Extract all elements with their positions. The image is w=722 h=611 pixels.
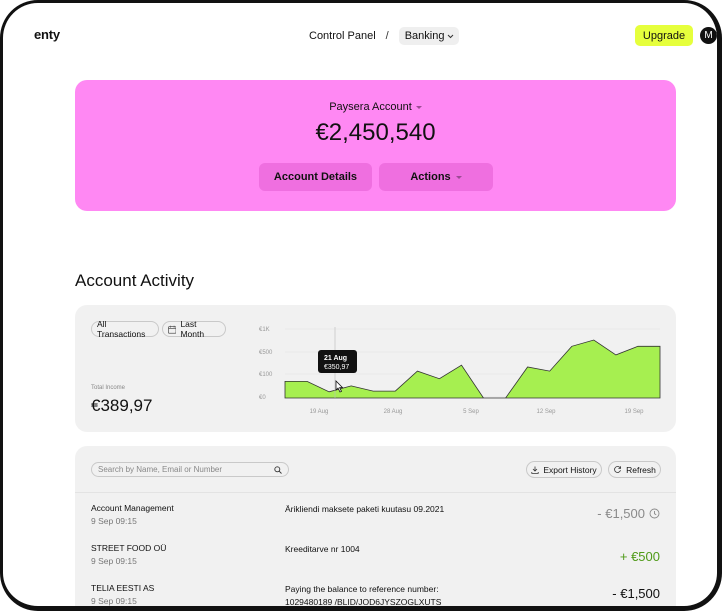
tx-name: TELIA EESTI AS [91,583,155,593]
export-history-label: Export History [543,464,597,475]
refresh-button[interactable]: Refresh [608,461,661,478]
income-area-chart[interactable]: €1K€500€100€0 19 Aug 28 Aug 5 Sep 12 Sep 19 … [75,305,676,432]
actions-label: Actions [410,171,451,183]
y-tick-label: €500 [259,350,273,356]
tx-amount: - €1,500 [612,586,660,601]
actions-button[interactable]: Actions [379,163,493,191]
tx-description-line: Ärikliendi maksete paketi kuutasu 09.202… [285,504,445,514]
export-history-button[interactable]: Export History [526,461,602,478]
tx-time: 9 Sep 09:15 [91,596,137,606]
y-tick-label: €1K [259,327,270,333]
breadcrumb-current-label: Banking [404,30,445,42]
tx-description: Kreeditarve nr 1004 [285,543,360,556]
search-icon[interactable] [274,465,282,474]
tx-amount: - €1,500 [597,506,660,521]
account-balance: €2,450,540 [315,119,436,146]
app-window: enty Control Panel / Banking Upgrade M P… [0,0,722,611]
divider [75,492,676,493]
x-tick-label: 19 Sep [624,409,644,415]
account-details-button[interactable]: Account Details [259,163,372,191]
account-select[interactable]: Paysera Account [75,101,676,113]
search-input[interactable] [98,465,268,474]
x-tick-label: 12 Sep [536,409,556,415]
refresh-icon [614,466,622,473]
clock-icon [649,508,660,519]
tooltip-date: 21 Aug [324,355,347,362]
x-tick-label: 19 Aug [310,409,329,415]
caret-down-icon [455,175,462,179]
download-icon [531,466,539,474]
upgrade-button[interactable]: Upgrade [635,25,693,46]
app-logo[interactable]: enty [34,27,60,42]
activity-chart-card: All Transactions Last Month Total Income… [75,305,676,432]
tx-description-line: Kreeditarve nr 1004 [285,544,360,554]
y-tick-label: €0 [259,395,266,401]
tx-description-line: Paying the balance to reference number: [285,584,439,594]
tx-name: STREET FOOD OÜ [91,543,167,553]
tx-amount-value: - €1,500 [612,586,660,601]
x-tick-label: 5 Sep [463,409,479,415]
tx-description-line: 1029480189 /BLID/JOD6JYSZOGLXUTS [285,597,442,607]
transactions-card: Export History Refresh Account Managemen… [75,446,676,607]
breadcrumb-root[interactable]: Control Panel [309,30,376,42]
breadcrumb: Control Panel / Banking [309,27,460,45]
breadcrumb-current-select[interactable]: Banking [398,27,460,45]
breadcrumb-separator: / [385,30,389,42]
tx-time: 9 Sep 09:15 [91,556,137,566]
x-tick-label: 28 Aug [384,409,403,415]
account-details-label: Account Details [273,171,358,183]
tx-amount: + €500 [620,549,660,564]
tx-description: Ärikliendi maksete paketi kuutasu 09.202… [285,503,444,516]
tx-amount-value: + €500 [619,549,660,564]
balance-card: Paysera Account €2,450,540 Account Detai… [75,80,676,211]
tx-time: 9 Sep 09:15 [91,516,137,526]
y-axis-ticks: €1K €500 €100 €0 [259,327,273,401]
y-tick-label: €100 [259,372,273,378]
caret-down-icon [415,105,422,109]
avatar[interactable]: M [700,27,717,44]
search-box [91,462,289,477]
section-title-activity: Account Activity [75,271,195,290]
refresh-label: Refresh [626,464,656,475]
table-row[interactable]: TELIA EESTI AS 9 Sep 09:15 Paying the ba… [75,583,676,607]
tooltip-value: €350,97 [324,364,349,371]
tx-amount-value: - €1,500 [597,506,645,521]
x-axis-ticks: 19 Aug 28 Aug 5 Sep 12 Sep 19 Sep [310,409,645,415]
tx-name: Account Management [91,503,174,513]
tx-description: Paying the balance to reference number: … [285,583,442,607]
account-name: Paysera Account [329,101,412,113]
table-row[interactable]: STREET FOOD OÜ 9 Sep 09:15 Kreeditarve n… [75,543,676,583]
table-row[interactable]: Account Management 9 Sep 09:15 Ärikliend… [75,503,676,543]
chevron-down-icon [448,34,454,38]
